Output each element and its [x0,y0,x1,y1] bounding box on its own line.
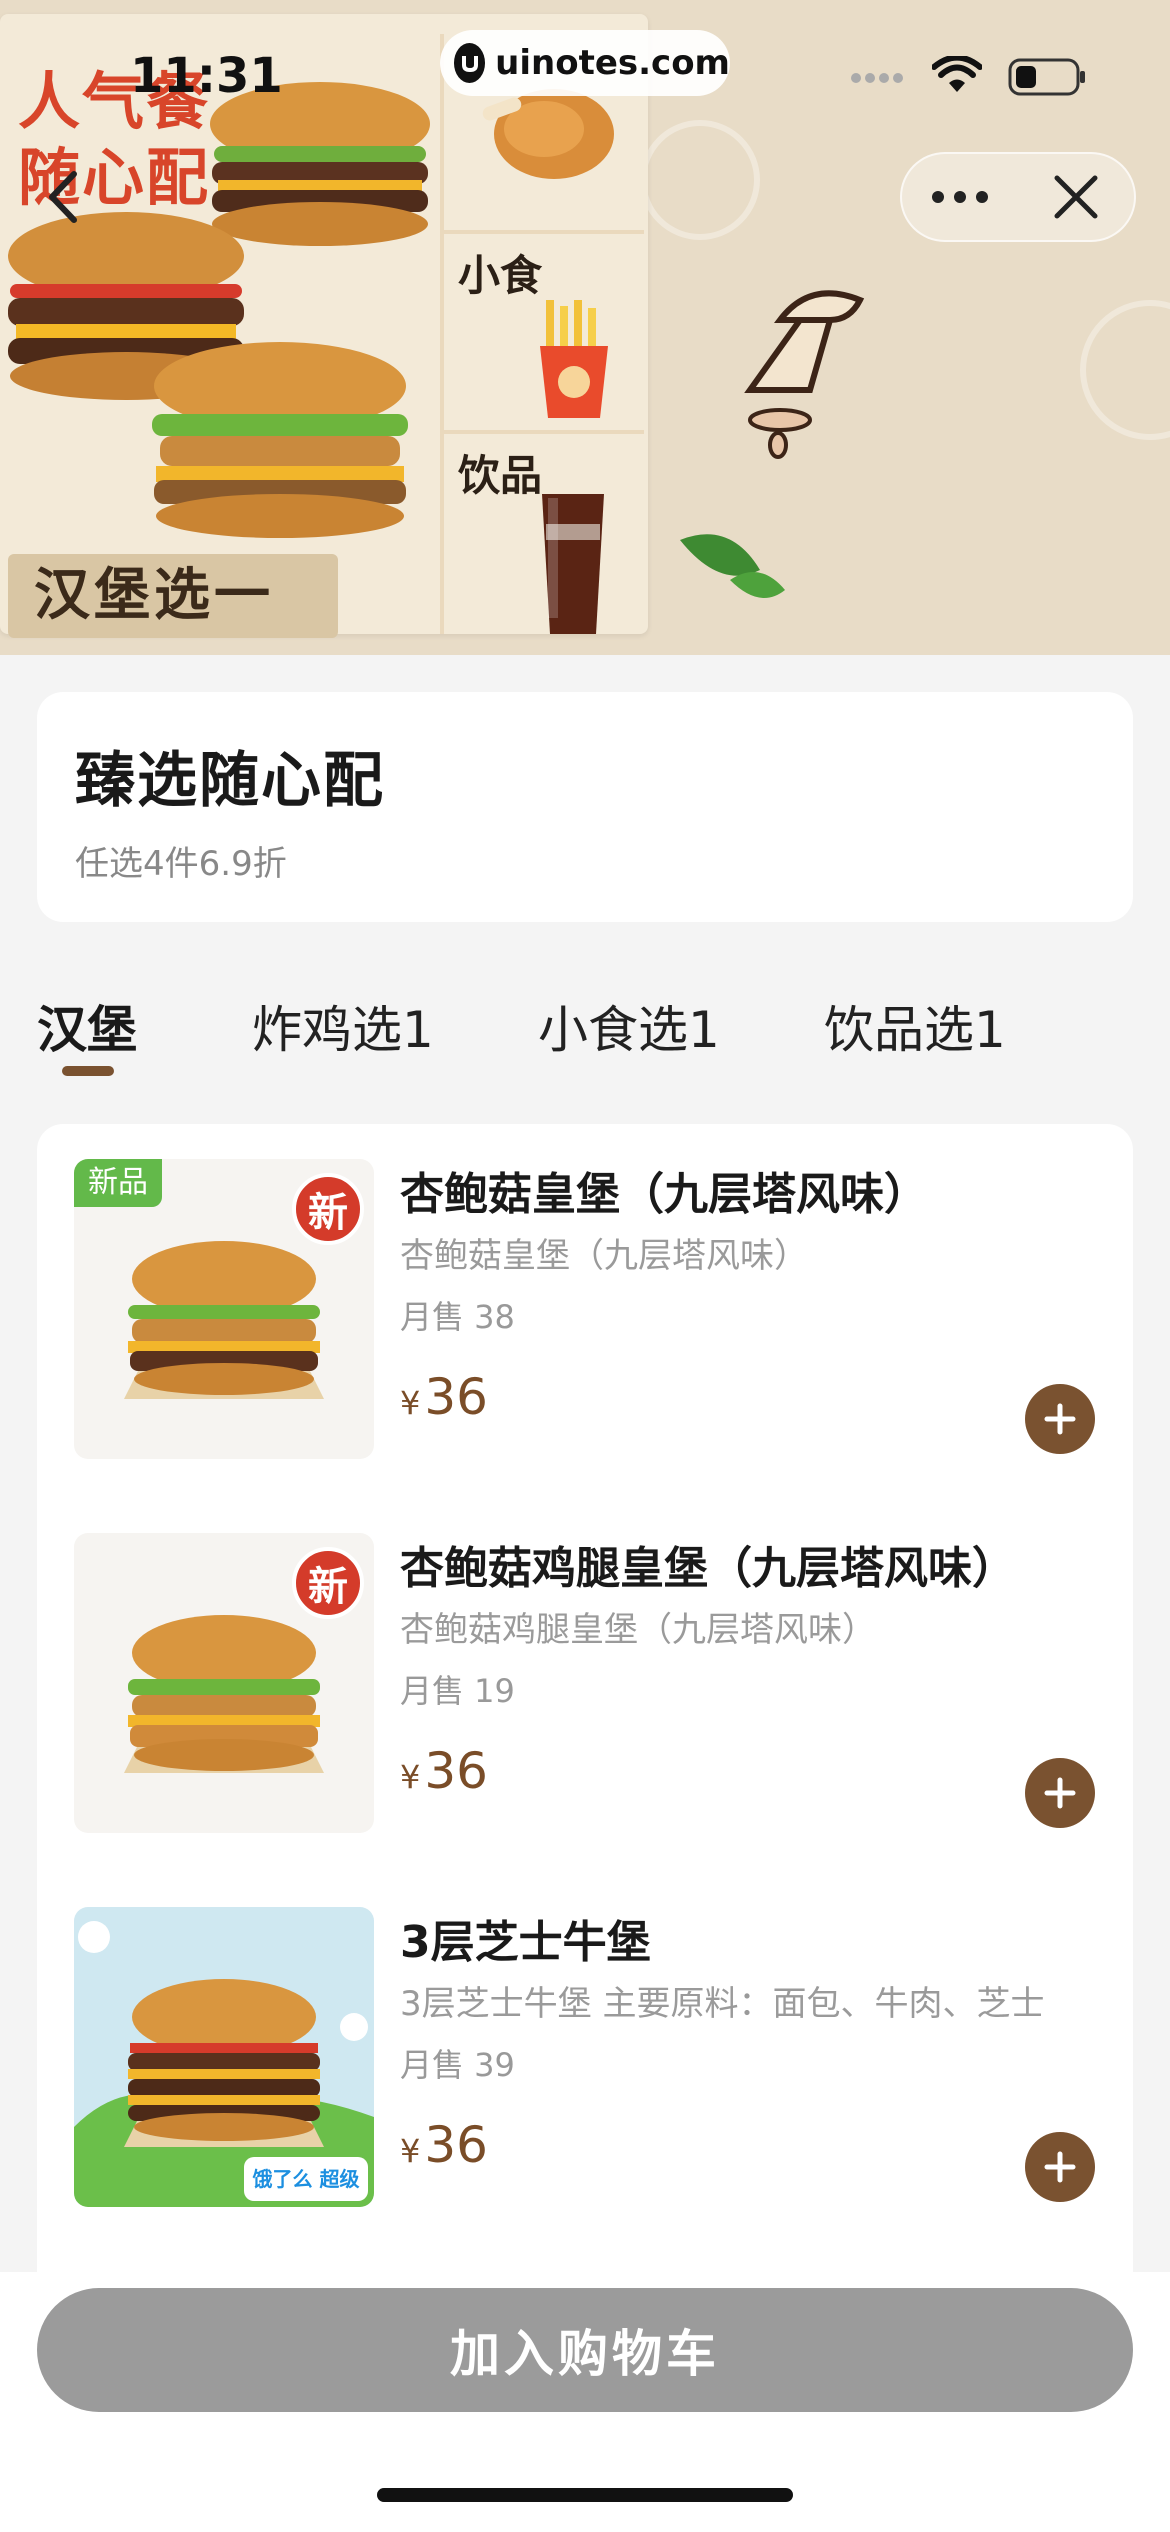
product-price: ¥ 36 [400,1742,488,1800]
combo-info-card: 臻选随心配 任选4件6.9折 [37,692,1133,922]
product-name: 杏鲍菇皇堡（九层塔风味） [400,1169,928,1220]
plus-icon [1044,1777,1076,1809]
product-list: 新品 新 杏鲍菇皇堡（九层塔风味） 杏鲍菇皇堡（九层塔风味） 月售 38 ¥ 3… [37,1124,1133,2274]
burger-icon [124,1615,324,1773]
price-currency: ¥ [400,1758,421,1796]
fries-icon [540,300,608,418]
product-item[interactable]: 饿了么 超级限定 3层芝士牛堡 3层芝士牛堡 主要原料：面包、牛肉、芝士 月售 … [37,1872,1133,2207]
combo-title: 臻选随心配 [75,746,385,816]
poster-cell-label-drink: 饮品 [458,451,543,500]
product-desc: 杏鲍菇鸡腿皇堡（九层塔风味） [400,1610,876,1650]
signal-icon [851,73,903,83]
close-icon [1054,175,1098,219]
product-price: ¥ 36 [400,1368,488,1426]
mushroom-illustration [744,290,865,459]
product-image: 新品 新 [74,1159,374,1459]
poster-cell-snack: 小食 [444,234,644,434]
product-monthly-sales: 月售 38 [400,1298,515,1336]
new-product-tag: 新品 [74,1159,162,1207]
new-badge: 新 [292,1173,364,1245]
product-item[interactable]: 新品 新 杏鲍菇皇堡（九层塔风味） 杏鲍菇皇堡（九层塔风味） 月售 38 ¥ 3… [37,1124,1133,1459]
new-badge: 新 [292,1547,364,1619]
plus-icon [1044,1403,1076,1435]
poster-cell-drink: 饮品 [444,434,644,634]
product-desc: 3层芝士牛堡 主要原料：面包、牛肉、芝士 [400,1984,1045,2024]
cola-glass-icon [542,494,604,634]
product-item[interactable]: 新 杏鲍菇鸡腿皇堡（九层塔风味） 杏鲍菇鸡腿皇堡（九层塔风味） 月售 19 ¥ … [37,1498,1133,1833]
category-tabs: 汉堡 炸鸡选1 小食选1 饮品选1 [0,990,1170,1080]
decorative-circle [1080,300,1170,440]
add-button[interactable] [1025,1758,1095,1828]
home-indicator [377,2488,793,2502]
price-currency: ¥ [400,2132,421,2170]
active-tab-indicator [62,1066,114,1076]
more-button[interactable] [902,152,1018,242]
miniprogram-capsule [900,152,1136,242]
poster-choose-one: 汉堡选一 [8,554,338,638]
battery-icon [1008,58,1085,96]
price-currency: ¥ [400,1384,421,1422]
burger-icon [124,1979,324,2147]
tab-fried-chicken[interactable]: 炸鸡选1 [252,990,434,1062]
product-name: 3层芝士牛堡 [400,1917,651,1968]
leaf-illustration [680,534,785,598]
status-time: 11:31 [130,48,283,104]
product-desc: 杏鲍菇皇堡（九层塔风味） [400,1236,808,1276]
poster-cell-label-snack: 小食 [458,251,543,300]
url-text: uinotes.com [495,43,730,83]
tab-snack[interactable]: 小食选1 [538,990,720,1062]
status-icons [850,56,1090,96]
plus-icon [1044,2151,1076,2183]
price-value: 36 [424,1368,488,1426]
uinotes-logo-icon [454,43,486,83]
product-monthly-sales: 月售 39 [400,2046,515,2084]
product-monthly-sales: 月售 19 [400,1672,515,1710]
add-to-cart-button[interactable]: 加入购物车 [37,2288,1133,2412]
wifi-icon [932,56,982,92]
back-button[interactable] [38,162,88,232]
product-image: 饿了么 超级限定 [74,1907,374,2207]
more-dots-icon [932,191,988,203]
burger-icon [124,1241,324,1399]
eleme-limited-sticker: 饿了么 超级限定 [244,2157,368,2201]
price-value: 36 [424,2116,488,2174]
add-button[interactable] [1025,1384,1095,1454]
status-bar: 11:31 uinotes.com [0,0,1170,150]
product-image: 新 [74,1533,374,1833]
price-value: 36 [424,1742,488,1800]
close-button[interactable] [1018,152,1134,242]
tab-burger[interactable]: 汉堡 [37,990,137,1062]
combo-subtitle: 任选4件6.9折 [75,844,287,884]
url-pill: uinotes.com [440,30,730,96]
chevron-left-icon [49,171,77,223]
tab-drink[interactable]: 饮品选1 [824,990,1006,1062]
add-button[interactable] [1025,2132,1095,2202]
product-name: 杏鲍菇鸡腿皇堡（九层塔风味） [400,1543,1016,1594]
product-price: ¥ 36 [400,2116,488,2174]
